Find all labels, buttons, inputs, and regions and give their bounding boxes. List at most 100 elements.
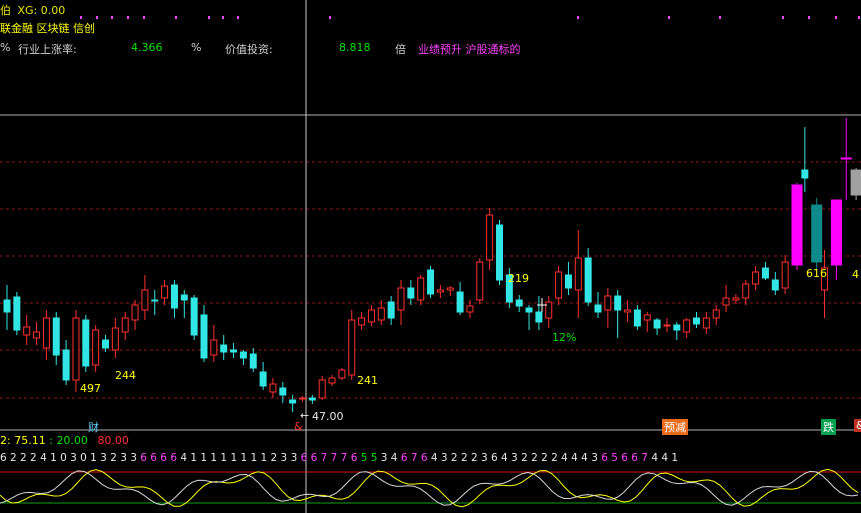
signal-dot-5 (175, 16, 177, 19)
candle-body-3 (33, 331, 41, 339)
candle-body-4 (42, 317, 50, 349)
signal-dot-10 (577, 16, 579, 19)
candle-body-44 (436, 289, 444, 293)
candle-body-25 (249, 353, 257, 369)
signal-dot-4 (143, 16, 145, 19)
candle-body-8 (82, 319, 90, 367)
candle-body-16 (161, 285, 169, 299)
signal-dot-13 (782, 16, 784, 19)
price-label-616: 616 (806, 267, 827, 280)
candle-body-61 (604, 295, 612, 311)
signal-dot-7 (222, 16, 224, 19)
candle-body-57 (564, 274, 572, 289)
signal-dot-9 (329, 16, 331, 19)
candle-body-14 (141, 289, 149, 311)
industry-rise-unit: % (191, 41, 202, 54)
signal-dot-3 (127, 16, 129, 19)
signal-dot-0 (80, 16, 82, 19)
candle-body-66 (653, 319, 661, 329)
price-label-244: 244 (115, 369, 136, 382)
indicator-v3: 80.00 (97, 434, 129, 447)
candle-body-85 (840, 157, 852, 160)
digits-seg-f: 5 5 (360, 452, 378, 464)
candle-body-29 (289, 399, 297, 404)
event-tag-finance[interactable]: 财 (86, 419, 101, 435)
candle-body-58 (574, 257, 582, 291)
price-label-12pct: 12% (552, 331, 577, 344)
candle-body-50 (496, 224, 503, 281)
candle-body-77 (761, 267, 769, 279)
chart-canvas[interactable] (0, 0, 861, 513)
candle-body-19 (190, 297, 198, 336)
candle-body-5 (52, 317, 60, 356)
signal-dots (80, 16, 860, 19)
candle-body-45 (446, 287, 454, 291)
kdj-line-k (0, 468, 859, 508)
stock-name-fragment: 伯 (0, 4, 11, 17)
candle-body-68 (673, 324, 681, 331)
candle-body-31 (308, 397, 316, 401)
candle-body-18 (180, 294, 188, 301)
candle-body-69 (683, 319, 691, 333)
value-invest-unit: 倍 (395, 43, 406, 56)
candle-body-59 (584, 257, 592, 303)
digits-seg-k: 6 5 6 6 7 (601, 452, 648, 464)
candle-body-46 (456, 291, 464, 313)
signal-dot-14 (808, 16, 810, 19)
concept-tags[interactable]: 联金融 区块链 信创 (0, 20, 95, 36)
candle-body-15 (151, 299, 159, 302)
candle-body-41 (407, 287, 415, 299)
event-tag-edge[interactable]: & (854, 419, 861, 432)
event-tag-marker[interactable]: & (292, 420, 305, 433)
digits-seg-d: 1 2 3 3 (260, 452, 298, 464)
candle-body-76 (752, 271, 760, 285)
candle-body-27 (269, 383, 277, 393)
digits-seg-i: 4 3 2 2 2 3 (430, 452, 488, 464)
candle-body-28 (279, 387, 287, 396)
candle-body-73 (722, 297, 730, 306)
candle-body-17 (170, 284, 178, 309)
value-invest-value: 8.818 (339, 41, 371, 54)
signal-dot-16 (858, 16, 860, 19)
candle-body-35 (348, 319, 356, 376)
candle-body-38 (377, 307, 385, 321)
candle-body-43 (427, 269, 435, 295)
candle-body-64 (633, 309, 641, 327)
kdj-line-d (0, 470, 859, 506)
candle-body-82 (811, 204, 823, 263)
candle-body-21 (210, 339, 218, 356)
candle-body-23 (230, 349, 238, 353)
candle-body-60 (594, 304, 602, 313)
candle-body-52 (515, 299, 523, 307)
kdj-digit-strip: 6 2 2 2 4 1 0 3 0 1 3 2 3 3 6 6 6 6 4 1 … (0, 452, 678, 464)
stock-chart-window: 伯 XG: 0.00 联金融 区块链 信创 % 行业上涨率: 4.366 % 价… (0, 0, 861, 513)
candle-body-26 (259, 371, 267, 387)
candle-body-55 (545, 301, 553, 319)
digits-seg-b: 6 6 6 6 (140, 452, 178, 464)
event-tag-fall[interactable]: 跌 (821, 419, 836, 435)
stat-unit-pct: % (0, 41, 11, 54)
stock-features[interactable]: 业绩预升 沪股通标的 (418, 41, 521, 57)
industry-rise-label: 行业上涨率: (18, 43, 77, 56)
candle-body-70 (693, 317, 700, 325)
candle-body-40 (397, 287, 405, 311)
stats-row: % 行业上涨率: 4.366 % 价值投资: 8.818 倍 业绩预升 沪股通标… (0, 41, 861, 57)
candle-body-37 (367, 309, 375, 323)
digits-seg-g: 3 4 (380, 452, 398, 464)
candle-body-84 (830, 199, 842, 266)
candle-body-48 (476, 261, 484, 301)
industry-rise-value: 4.366 (131, 41, 163, 54)
candle-body-24 (239, 351, 247, 359)
candle-body-9 (92, 329, 100, 366)
event-tag-forecast-decrease[interactable]: 预减 (662, 419, 688, 435)
price-label-4: 4 (852, 268, 859, 281)
candle-body-75 (742, 283, 750, 299)
price-label-241: 241 (357, 374, 378, 387)
signal-dot-1 (96, 16, 98, 19)
candle-body-65 (643, 314, 651, 321)
digits-seg-e: 6 6 7 7 7 6 (300, 452, 358, 464)
candle-body-74 (732, 297, 740, 301)
digits-seg-j: 6 4 3 2 2 2 2 4 4 4 3 (491, 452, 598, 464)
candle-body-10 (102, 339, 109, 349)
candle-body-34 (338, 369, 346, 379)
